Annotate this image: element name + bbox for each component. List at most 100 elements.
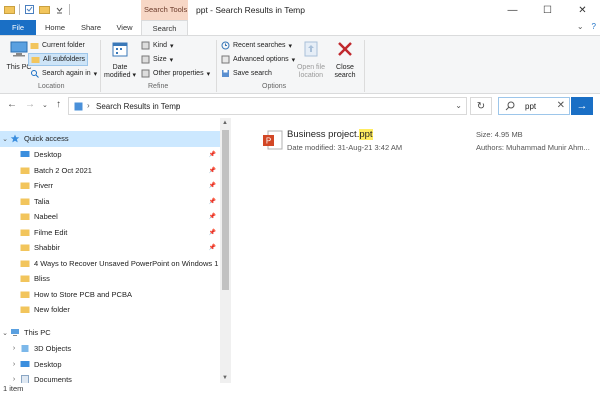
nav-item-label: Documents xyxy=(34,375,72,383)
search-icon xyxy=(505,101,515,111)
chevron-down-icon: ▾ xyxy=(93,70,98,78)
nav-item[interactable]: Bliss xyxy=(0,271,220,287)
quick-access-toolbar xyxy=(4,4,70,15)
tab-file[interactable]: File xyxy=(0,20,36,35)
kind-button[interactable]: Kind ▾ xyxy=(141,39,174,52)
nav-item-label: 3D Objects xyxy=(34,344,72,354)
back-button[interactable]: ← xyxy=(7,99,17,110)
date-modified-label: Date modified xyxy=(104,64,131,79)
folder-icon xyxy=(20,213,30,221)
nav-item[interactable]: Talia 📌 xyxy=(0,194,220,210)
tab-search[interactable]: Search xyxy=(141,20,188,35)
recent-searches-button[interactable]: Recent searches ▾ xyxy=(221,39,292,52)
advanced-options-button[interactable]: Advanced options ▾ xyxy=(221,53,295,66)
collapse-chevron-icon[interactable]: ⌄ xyxy=(0,135,10,143)
nav-quick-access[interactable]: ⌄ Quick access xyxy=(0,131,220,147)
search-box[interactable]: ppt ✕ xyxy=(498,97,570,115)
desktop-icon xyxy=(20,360,30,367)
clear-search-icon[interactable]: ✕ xyxy=(557,100,565,111)
minimize-button[interactable]: — xyxy=(495,0,530,20)
pin-icon: 📌 xyxy=(208,167,216,174)
nav-item[interactable]: Filme Edit 📌 xyxy=(0,225,220,241)
nav-item-label: Batch 2 Oct 2021 xyxy=(34,165,92,175)
customize-qat-icon[interactable] xyxy=(54,4,65,15)
nav-item-label: Bliss xyxy=(34,274,50,284)
options-group-label: Options xyxy=(262,83,287,90)
recent-locations-icon[interactable]: ⌄ xyxy=(42,101,48,109)
maximize-button[interactable]: ☐ xyxy=(530,0,565,20)
nav-item[interactable]: New folder xyxy=(0,302,220,318)
expand-ribbon-icon[interactable]: ⌄ xyxy=(577,22,584,31)
ribbon-separator xyxy=(100,40,101,92)
computer-icon xyxy=(10,41,28,57)
nav-item[interactable]: Desktop 📌 xyxy=(0,147,220,163)
date-modified-button[interactable]: Date modified ▾ xyxy=(103,39,137,80)
nav-scrollbar[interactable]: ▲ ▼ xyxy=(220,118,231,383)
search-go-button[interactable]: → xyxy=(571,97,593,115)
search-again-in-button[interactable]: Search again in ▾ xyxy=(30,67,97,80)
recent-searches-icon xyxy=(221,41,230,50)
save-search-button[interactable]: Save search xyxy=(221,67,272,80)
close-search-button[interactable]: Close search xyxy=(328,39,362,80)
search-again-in-label: Search again in xyxy=(42,70,91,77)
expand-chevron-icon[interactable]: › xyxy=(0,345,20,352)
close-icon xyxy=(338,42,352,56)
nav-item[interactable]: Fiverr 📌 xyxy=(0,178,220,194)
all-subfolders-label: All subfolders xyxy=(43,56,86,63)
collapse-chevron-icon[interactable]: ⌄ xyxy=(0,329,10,337)
scroll-thumb[interactable] xyxy=(222,130,229,290)
nav-item[interactable]: › Desktop xyxy=(0,357,220,373)
refresh-button[interactable]: ↻ xyxy=(470,97,492,115)
address-bar[interactable]: › Search Results in Temp › ⌄ xyxy=(68,97,467,115)
nav-item[interactable]: How to Store PCB and PCBA xyxy=(0,287,220,303)
search-results-icon xyxy=(74,102,83,111)
expand-chevron-icon[interactable]: › xyxy=(0,361,20,368)
expand-chevron-icon[interactable]: › xyxy=(0,376,20,383)
search-input[interactable]: ppt xyxy=(525,102,536,111)
forward-button[interactable]: → xyxy=(25,99,35,110)
recent-searches-label: Recent searches xyxy=(233,42,286,49)
nav-item[interactable]: › Documents xyxy=(0,372,220,383)
current-folder-button[interactable]: Current folder xyxy=(30,39,85,52)
result-name-match: ppt xyxy=(359,129,373,140)
tab-share[interactable]: Share xyxy=(74,20,108,35)
nav-item[interactable]: Shabbir 📌 xyxy=(0,240,220,256)
help-button[interactable]: ? xyxy=(592,22,596,31)
folder-icon xyxy=(20,229,30,236)
pin-icon: 📌 xyxy=(208,183,216,189)
size-button[interactable]: Size ▾ xyxy=(141,53,173,66)
svg-text:P: P xyxy=(266,137,271,146)
result-file-name[interactable]: Business project.ppt xyxy=(287,129,373,140)
up-button[interactable]: ↑ xyxy=(56,99,61,110)
tab-home[interactable]: Home xyxy=(36,20,74,35)
window-title: ppt - Search Results in Temp xyxy=(196,5,305,15)
breadcrumb[interactable]: Search Results in Temp xyxy=(96,102,180,111)
nav-this-pc-label: This PC xyxy=(24,328,51,338)
open-file-location-button[interactable]: Open file location xyxy=(293,39,329,80)
calendar-icon xyxy=(112,42,128,57)
result-name-prefix: Business project. xyxy=(287,129,360,140)
new-folder-icon[interactable] xyxy=(39,4,50,15)
save-icon xyxy=(222,70,229,77)
nav-item[interactable]: Batch 2 Oct 2021 📌 xyxy=(0,163,220,179)
all-subfolders-button[interactable]: All subfolders xyxy=(28,53,89,66)
nav-item[interactable]: Nabeel 📌 xyxy=(0,209,220,225)
tab-view[interactable]: View xyxy=(108,20,141,35)
ribbon-tabs: File Home Share View Search ⌄ ? xyxy=(0,20,600,35)
scroll-up-icon[interactable]: ▲ xyxy=(222,120,228,126)
chevron-down-icon: ▾ xyxy=(170,42,174,50)
address-dropdown-icon[interactable]: ⌄ xyxy=(455,101,462,110)
properties-icon[interactable] xyxy=(24,4,35,15)
other-properties-button[interactable]: Other properties ▾ xyxy=(141,67,210,80)
chevron-down-icon: ▾ xyxy=(206,70,211,78)
nav-item-label: Desktop xyxy=(34,150,62,160)
3d-objects-icon xyxy=(21,345,29,353)
nav-item[interactable]: › 3D Objects xyxy=(0,341,220,357)
other-properties-label: Other properties xyxy=(153,70,204,77)
close-button[interactable]: ✕ xyxy=(565,0,600,20)
ribbon-right-controls: ⌄ ? xyxy=(577,22,596,31)
nav-this-pc[interactable]: ⌄ This PC xyxy=(0,325,220,341)
scroll-down-icon[interactable]: ▼ xyxy=(222,375,228,381)
nav-item[interactable]: 4 Ways to Recover Unsaved PowerPoint on … xyxy=(0,256,220,272)
refine-group-label: Refine xyxy=(148,83,169,90)
